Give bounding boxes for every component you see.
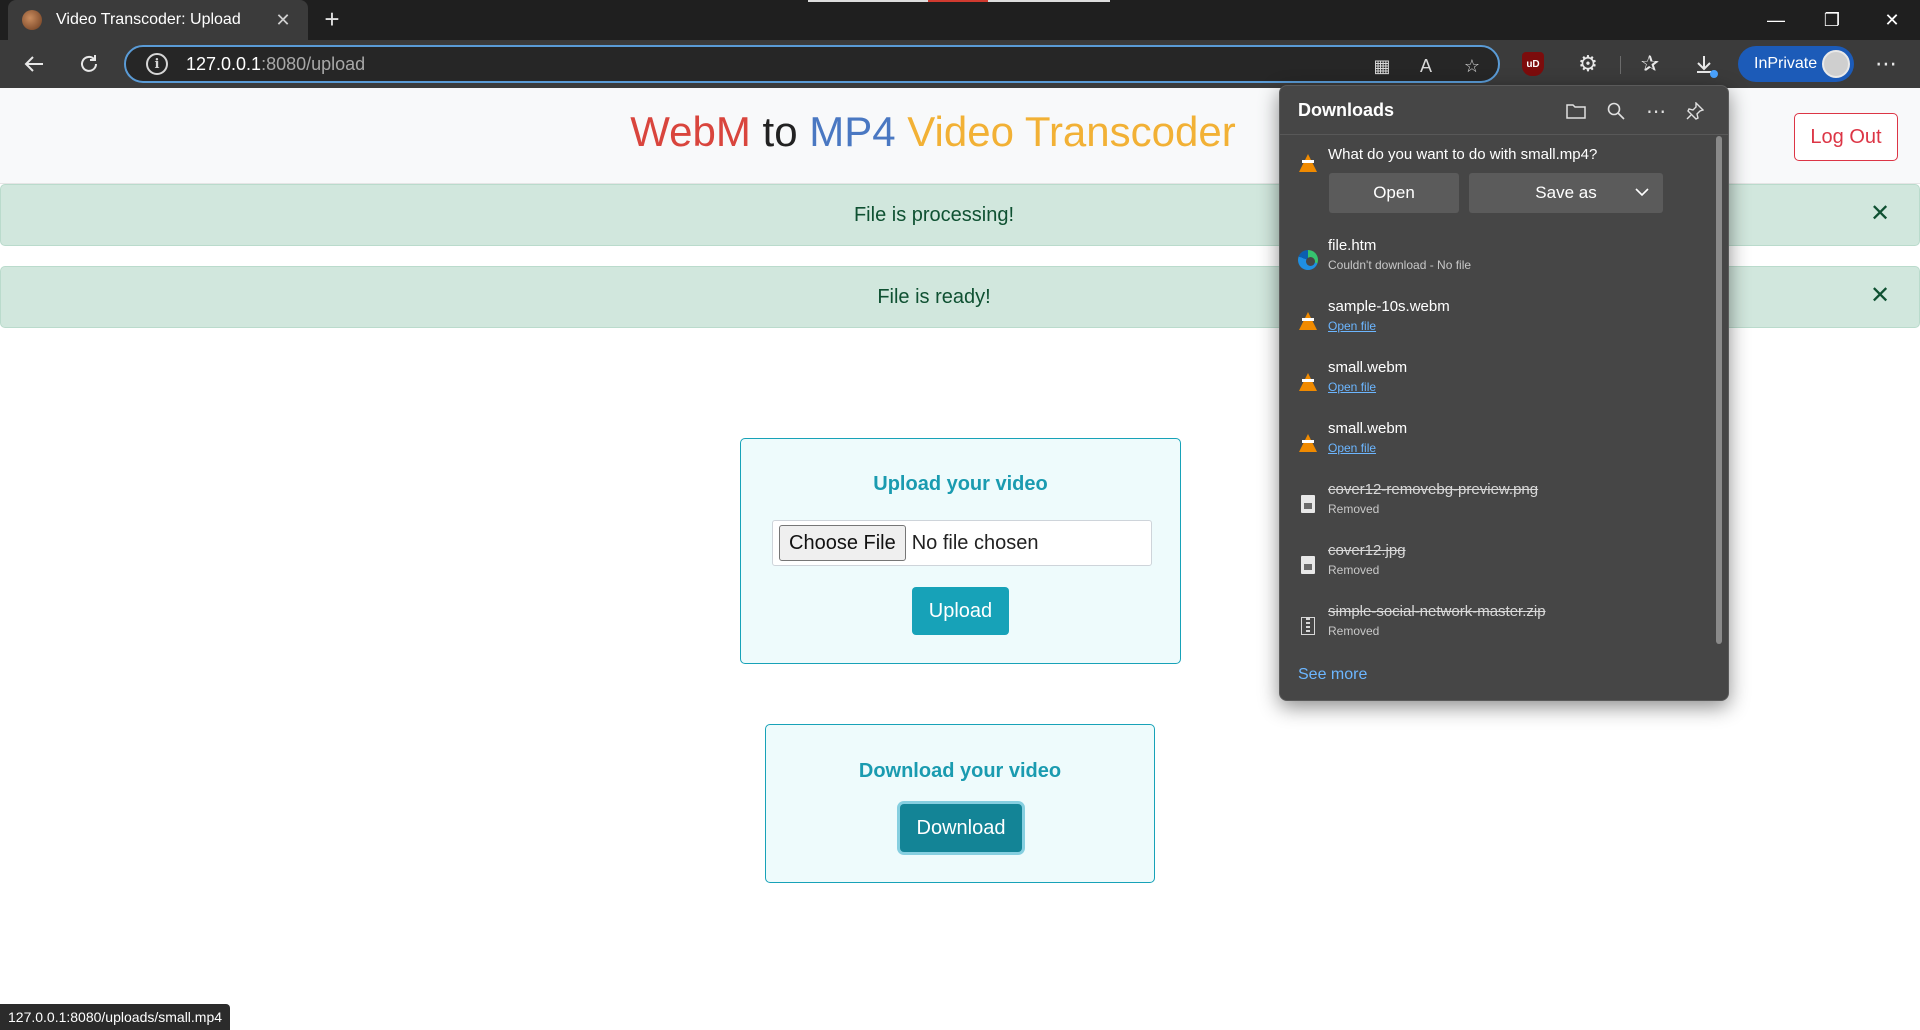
upload-button[interactable]: Upload [912,587,1009,635]
extensions-button[interactable]: ⚙ [1570,48,1606,80]
download-file-name: sample-10s.webm [1328,298,1450,315]
file-input[interactable]: Choose File No file chosen [772,520,1152,566]
open-folder-icon[interactable] [1561,96,1591,126]
download-badge [1710,70,1718,78]
download-item[interactable]: small.webm Open file [1280,353,1710,409]
url-host: 127.0.0.1 [186,53,262,74]
vlc-cone-icon [1298,432,1318,454]
close-window-button[interactable]: ✕ [1864,0,1920,40]
download-item[interactable]: sample-10s.webm Open file [1280,292,1710,348]
address-bar[interactable]: i 127.0.0.1:8080/upload ▦ A ☆ [124,45,1500,83]
open-file-link[interactable]: Open file [1328,319,1376,333]
site-info-icon[interactable]: i [146,53,168,75]
refresh-icon [81,55,97,72]
tab-close-icon[interactable]: ✕ [272,10,294,31]
alert-close-icon[interactable]: ✕ [1865,199,1895,229]
brand-word-video-transcoder: Video Transcoder [907,108,1236,155]
download-file-name: small.webm [1328,359,1408,376]
download-status: Couldn't download - No file [1328,258,1472,272]
browser-tab[interactable]: Video Transcoder: Upload ✕ [8,0,308,40]
open-button[interactable]: Open [1329,173,1459,213]
more-options-icon[interactable]: ⋯ [1641,96,1671,126]
downloads-title: Downloads [1298,100,1395,120]
new-tab-button[interactable]: + [318,6,346,34]
brand-word-mp4: MP4 [809,108,896,155]
search-downloads-icon[interactable] [1601,96,1631,126]
save-as-label: Save as [1535,183,1597,202]
download-card-title: Download your video [858,760,1062,782]
file-input-status: No file chosen [911,531,1039,554]
download-button[interactable]: Download [900,804,1022,852]
open-file-link[interactable]: Open file [1328,441,1376,455]
back-arrow-icon [24,56,43,72]
zip-file-icon [1298,615,1318,637]
vlc-cone-icon [1298,310,1318,332]
inprivate-label: InPrivate [1754,55,1818,72]
profile-avatar [1822,50,1850,78]
download-item[interactable]: small.webm Open file [1280,414,1710,470]
choose-file-button[interactable]: Choose File [779,525,906,561]
puzzle-icon: ⚙ [1578,51,1598,76]
more-dots-icon: ⋯ [1875,51,1897,76]
image-file-icon [1298,493,1318,515]
window-drag-indicator [808,0,1110,2]
download-file-name: simple-social-network-master.zip [1328,603,1546,620]
download-prompt: What do you want to do with small.mp4? [1328,146,1598,163]
logout-button[interactable]: Log Out [1794,113,1898,161]
toolbar-divider [1620,56,1621,74]
upload-card-title: Upload your video [873,473,1048,495]
title-bar: Video Transcoder: Upload ✕ + — ❐ ✕ [0,0,1920,40]
open-file-link[interactable]: Open file [1328,380,1376,394]
image-file-icon [1298,554,1318,576]
save-as-button[interactable]: Save as [1469,173,1663,213]
download-file-name: file.htm [1328,237,1377,254]
downloads-panel: Downloads ⋯ What do you want to do with … [1279,85,1729,701]
app-available-icon[interactable]: ▦ [1370,54,1394,78]
download-item[interactable]: file.htm Couldn't download - No file [1280,231,1710,287]
chevron-down-icon[interactable] [1635,187,1649,197]
download-file-name: cover12-removebg-preview.png [1328,481,1539,498]
download-file-name: small.webm [1328,420,1408,437]
download-file-name: cover12.jpg [1328,542,1406,559]
read-aloud-icon[interactable]: A [1414,54,1438,78]
download-item[interactable]: cover12-removebg-preview.png Removed [1280,475,1710,531]
browser-toolbar: i 127.0.0.1:8080/upload ▦ A ☆ uD ⚙ ✰ InP… [0,40,1920,88]
favorites-button[interactable]: ✰ [1632,48,1668,80]
downloads-divider [1280,134,1728,135]
edge-logo-icon [1298,249,1318,271]
download-card: Download your video Download [765,724,1155,883]
pin-icon[interactable] [1680,96,1710,126]
brand-word-to: to [762,108,798,155]
site-favicon-icon [22,10,42,30]
download-status: Removed [1328,563,1380,577]
brand-word-webm: WebM [630,108,751,155]
status-bar-url: 127.0.0.1:8080/uploads/small.mp4 [0,1004,231,1030]
see-more-link[interactable]: See more [1298,666,1367,684]
url-path: :8080/upload [261,53,366,74]
upload-card: Upload your video Choose File No file ch… [740,438,1181,664]
add-favorite-icon[interactable]: ☆ [1460,54,1484,78]
back-button[interactable] [16,48,52,80]
alert-close-icon[interactable]: ✕ [1865,281,1895,311]
settings-more-button[interactable]: ⋯ [1868,48,1904,80]
download-status: Removed [1328,624,1380,638]
vlc-cone-icon [1298,152,1318,174]
favorites-star-icon: ✰ [1640,51,1660,76]
minimize-button[interactable]: — [1748,0,1804,40]
maximize-button[interactable]: ❐ [1804,0,1860,40]
download-item[interactable]: cover12.jpg Removed [1280,536,1710,592]
download-item[interactable]: simple-social-network-master.zip Removed [1280,597,1710,653]
ublock-extension-icon[interactable]: uD [1522,52,1544,76]
downloads-scrollbar[interactable] [1715,134,1723,650]
download-status: Removed [1328,502,1380,516]
refresh-button[interactable] [71,48,107,80]
tab-title: Video Transcoder: Upload [56,11,241,28]
vlc-cone-icon [1298,371,1318,393]
inprivate-button[interactable]: InPrivate [1738,46,1854,82]
